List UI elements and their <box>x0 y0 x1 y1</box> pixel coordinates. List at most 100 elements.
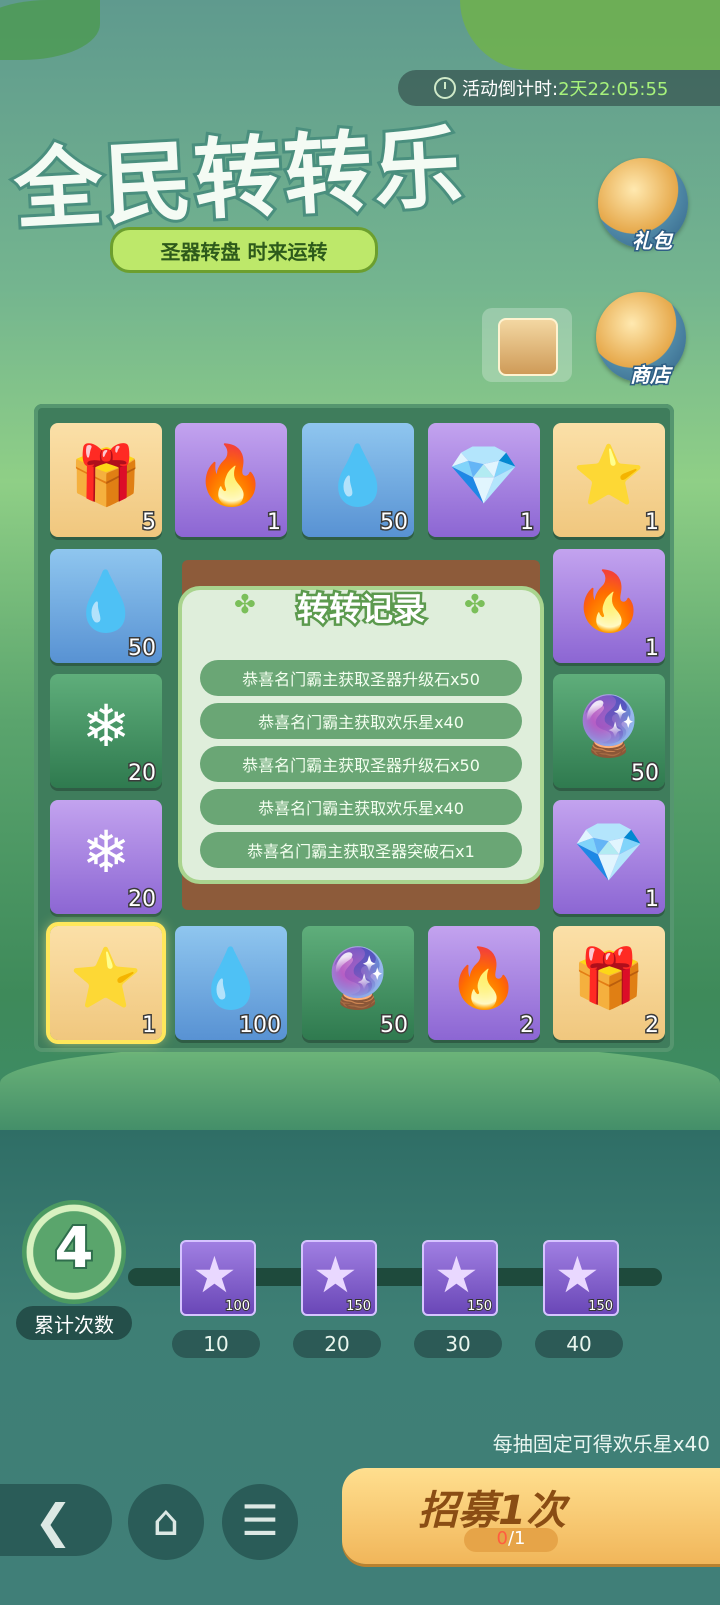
prize-cell: 🎁 2 <box>553 926 665 1040</box>
back-button[interactable]: ❮ <box>0 1484 112 1556</box>
water-orb-icon: 💧 <box>321 441 395 509</box>
per-spin-note: 每抽固定可得欢乐星x40 <box>492 1432 710 1456</box>
milestone-threshold: 40 <box>535 1330 623 1358</box>
milestone-reward[interactable]: ★ 150 <box>301 1240 377 1316</box>
spin-record-row: 恭喜名门霸主获取圣器突破石x1 <box>200 832 522 868</box>
fire-orb-icon: 🔥 <box>447 944 521 1012</box>
countdown-value: 2天22:05:55 <box>558 79 669 100</box>
prize-cell: ⭐ 1 <box>553 423 665 537</box>
prize-cell: 💧 50 <box>302 423 414 537</box>
event-countdown: 活动倒计时: 2天22:05:55 <box>398 70 720 106</box>
purple-star-icon: ★ <box>313 1246 358 1304</box>
ice-shard-icon: ❄ <box>81 692 131 760</box>
milestone-threshold: 30 <box>414 1330 502 1358</box>
recruit-cost-current: 0 <box>496 1528 508 1549</box>
red-crystal-icon: 💎 <box>447 441 521 509</box>
recruit-cost: 0/1 <box>464 1528 558 1552</box>
prize-quantity: 5 <box>141 509 158 537</box>
recruit-once-button[interactable]: 招募1次 0/1 <box>342 1468 720 1564</box>
star-icon: ⭐ <box>572 441 646 509</box>
prize-quantity: 100 <box>238 1012 283 1040</box>
spin-record-row: 恭喜名门霸主获取圣器升级石x50 <box>200 746 522 782</box>
prize-cell: 🔥 1 <box>175 423 287 537</box>
prize-cell: 🔥 2 <box>428 926 540 1040</box>
prize-quantity: 1 <box>519 509 536 537</box>
spin-record-panel: ✤ 转转记录 ✤ 恭喜名门霸主获取圣器升级石x50 恭喜名门霸主获取欢乐星x40 恭… <box>182 560 540 910</box>
prize-cell: 🔮 50 <box>553 674 665 788</box>
prize-quantity: 1 <box>141 1012 158 1040</box>
prize-quantity: 50 <box>379 509 410 537</box>
prize-quantity: 20 <box>127 886 158 914</box>
foliage-decor <box>0 1045 720 1140</box>
prize-cell: 💎 1 <box>428 423 540 537</box>
milestone-reward[interactable]: ★ 150 <box>543 1240 619 1316</box>
purple-star-icon: ★ <box>555 1246 600 1304</box>
foliage-decor <box>0 0 100 60</box>
purple-crystal-icon: 🔮 <box>321 944 395 1012</box>
purple-crystal-icon: 🔮 <box>572 692 646 760</box>
milestone-threshold: 20 <box>293 1330 381 1358</box>
fire-orb-icon: 🔥 <box>572 567 646 635</box>
prize-quantity: 50 <box>379 1012 410 1040</box>
spin-record-row: 恭喜名门霸主获取圣器升级石x50 <box>200 660 522 696</box>
milestone-reward-qty: 150 <box>587 1298 614 1315</box>
prize-quantity: 2 <box>519 1012 536 1040</box>
reward-preview-icon[interactable] <box>482 308 572 382</box>
fire-orb-icon: 🔥 <box>194 441 268 509</box>
prize-cell: 🔮 50 <box>302 926 414 1040</box>
gift-pack-button[interactable]: 礼包 <box>598 158 688 255</box>
list-menu-icon: ☰ <box>241 1496 279 1545</box>
shop-label: 商店 <box>629 362 672 389</box>
countdown-label: 活动倒计时: <box>462 79 559 100</box>
ice-shard-icon: ❄ <box>81 818 131 886</box>
spin-record-row: 恭喜名门霸主获取欢乐星x40 <box>200 703 522 739</box>
milestone-reward[interactable]: ★ 100 <box>180 1240 256 1316</box>
water-orb-icon: 💧 <box>69 567 143 635</box>
chest-icon: 🎁 <box>572 944 646 1012</box>
home-icon: ⌂ <box>152 1496 180 1545</box>
prize-quantity: 2 <box>644 1012 661 1040</box>
prize-quantity: 1 <box>266 509 283 537</box>
spin-count-label: 累计次数 <box>16 1306 132 1340</box>
milestone-reward-qty: 100 <box>224 1298 251 1315</box>
prize-quantity: 1 <box>644 886 661 914</box>
back-arrow-icon: ❮ <box>34 1494 73 1548</box>
spin-record-title: 转转记录 <box>294 588 427 631</box>
prize-cell: ⭐ 1 <box>46 922 166 1044</box>
spin-count-value: 4 <box>53 1214 96 1283</box>
foliage-decor <box>460 0 720 70</box>
event-subtitle: 圣器转盘 时来运转 <box>110 227 378 273</box>
water-orb-icon: 💧 <box>194 944 268 1012</box>
spin-record-list: 恭喜名门霸主获取圣器升级石x50 恭喜名门霸主获取欢乐星x40 恭喜名门霸主获取圣器… <box>200 660 522 875</box>
spin-record-row: 恭喜名门霸主获取欢乐星x40 <box>200 789 522 825</box>
star-icon: ⭐ <box>69 944 143 1012</box>
milestone-reward[interactable]: ★ 150 <box>422 1240 498 1316</box>
prize-cell: ❄ 20 <box>50 800 162 914</box>
prize-quantity: 1 <box>644 509 661 537</box>
prize-quantity: 1 <box>644 635 661 663</box>
prize-cell: 💧 50 <box>50 549 162 663</box>
prize-cell: 💧 100 <box>175 926 287 1040</box>
prize-cell: 💎 1 <box>553 800 665 914</box>
gift-pack-label: 礼包 <box>631 228 674 255</box>
purple-star-icon: ★ <box>192 1246 237 1304</box>
prize-quantity: 50 <box>127 635 158 663</box>
home-button[interactable]: ⌂ <box>128 1484 204 1560</box>
menu-button[interactable]: ☰ <box>222 1484 298 1560</box>
clover-icon: ✤ <box>464 590 486 620</box>
milestone-reward-qty: 150 <box>466 1298 493 1315</box>
shop-button[interactable]: 商店 <box>596 292 686 389</box>
prize-cell: 🔥 1 <box>553 549 665 663</box>
recruit-cost-total: /1 <box>507 1528 526 1549</box>
prize-cell: 🎁 5 <box>50 423 162 537</box>
prize-quantity: 20 <box>127 760 158 788</box>
prize-quantity: 50 <box>630 760 661 788</box>
milestone-threshold: 10 <box>172 1330 260 1358</box>
event-title-text: 全民转转乐 <box>9 112 470 244</box>
event-title: 全民转转乐 圣器转盘 时来运转 <box>9 112 469 275</box>
milestone-reward-qty: 150 <box>345 1298 372 1315</box>
clock-icon <box>434 77 456 99</box>
spin-count-badge: 4 <box>22 1200 126 1304</box>
red-crystal-icon: 💎 <box>572 818 646 886</box>
prize-cell: ❄ 20 <box>50 674 162 788</box>
